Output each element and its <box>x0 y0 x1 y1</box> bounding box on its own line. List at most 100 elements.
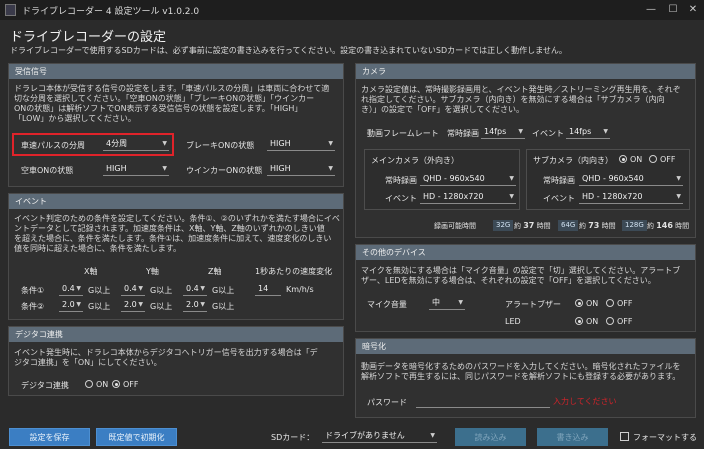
format-checkbox[interactable]: フォーマットする <box>620 432 697 443</box>
sub-camera-box: サブカメラ（内向き） ON OFF 常時録画 QHD - 960x540 ▼ イベ… <box>526 149 690 210</box>
unit-label: G以上 <box>212 302 235 311</box>
read-button[interactable]: 読み込み <box>455 428 526 446</box>
desc-line: 動画データを暗号化するためのパスワードを入力してください。暗号化されたファイルを <box>361 362 681 371</box>
pulse-value: 4分周 <box>106 139 128 148</box>
rec-hours-value: 37 <box>523 221 535 230</box>
rec-approx: 約 <box>579 222 586 230</box>
camera-panel: カメラ カメラ設定値は、常時撮影録画用と、イベント発生時／ストリーミング再生用を… <box>355 63 696 238</box>
main-event-label: イベント <box>385 194 417 203</box>
sub-camera-off-radio[interactable]: OFF <box>649 155 676 164</box>
cond2-z-select[interactable]: 2.0 ▼ <box>183 299 207 312</box>
rec-approx: 約 <box>514 222 521 230</box>
fps-always-select[interactable]: 14fps ▼ <box>481 126 525 139</box>
cond2-x-select[interactable]: 2.0 ▼ <box>59 299 83 312</box>
cond1-y-value: 0.4 <box>124 284 137 293</box>
save-button[interactable]: 設定を保存 <box>9 428 90 446</box>
sub-always-value: QHD - 960x540 <box>582 174 644 183</box>
password-label: パスワード <box>367 398 407 407</box>
empty-select[interactable]: HIGH ▼ <box>103 163 169 176</box>
radio-icon <box>606 299 614 307</box>
reset-button[interactable]: 既定値で初期化 <box>96 428 177 446</box>
main-always-label: 常時録画 <box>385 176 417 185</box>
desc-line: を超えた場合に、条件を満たします。条件①は、加速度条件に加えて、速度変化のしきい <box>14 234 332 243</box>
sub-camera-on-radio[interactable]: ON <box>619 155 642 164</box>
pulse-select[interactable]: 4分周 ▼ <box>103 138 169 151</box>
main-camera-box: メインカメラ（外向き） 常時録画 QHD - 960x540 ▼ イベント HD … <box>364 149 520 210</box>
sd-label: SDカード： <box>271 433 315 442</box>
radio-label: OFF <box>617 317 633 326</box>
empty-label: 空車ONの状態 <box>21 166 74 175</box>
radio-label: ON <box>586 317 599 326</box>
cond2-label: 条件② <box>21 302 45 311</box>
fps-always-value: 14fps <box>484 127 507 136</box>
digitacho-on-radio[interactable]: ON <box>85 380 108 389</box>
sub-event-select[interactable]: HD - 1280x720 ▼ <box>579 191 683 204</box>
radio-selected-icon <box>575 299 583 307</box>
write-button[interactable]: 書き込み <box>537 428 608 446</box>
radio-selected-icon <box>619 155 627 163</box>
buzzer-on-radio[interactable]: ON <box>575 299 598 308</box>
crypto-panel-header: 暗号化 <box>356 339 695 354</box>
radio-icon <box>649 155 657 163</box>
radio-label: ON <box>96 380 109 389</box>
cond1-x-select[interactable]: 0.4 ▼ <box>59 283 83 296</box>
sub-event-value: HD - 1280x720 <box>582 192 643 201</box>
brake-label: ブレーキONの状態 <box>186 141 255 150</box>
sd-select[interactable]: ドライブがありません ▼ <box>322 430 437 443</box>
maximize-button[interactable]: ☐ <box>664 2 682 17</box>
radio-label: OFF <box>660 155 676 164</box>
brake-select[interactable]: HIGH ▼ <box>267 138 335 151</box>
chevron-down-icon: ▼ <box>162 140 167 147</box>
sub-always-select[interactable]: QHD - 960x540 ▼ <box>579 173 683 186</box>
speed-unit: Km/h/s <box>286 285 314 294</box>
speed-input[interactable]: 14 <box>255 283 281 296</box>
main-event-select[interactable]: HD - 1280x720 ▼ <box>420 191 516 204</box>
password-error: 入力してください <box>553 397 617 406</box>
fps-event-label: イベント <box>532 129 564 138</box>
chevron-down-icon: ▼ <box>458 299 463 306</box>
minimize-button[interactable]: — <box>642 2 660 17</box>
signal-panel-header: 受信信号 <box>9 64 343 79</box>
chevron-down-icon: ▼ <box>76 285 81 292</box>
fps-always-label: 常時録画 <box>447 129 479 138</box>
unit-label: G以上 <box>88 302 111 311</box>
chevron-down-icon: ▼ <box>200 301 205 308</box>
led-off-radio[interactable]: OFF <box>606 317 633 326</box>
camera-panel-header: カメラ <box>356 64 695 79</box>
radio-icon <box>606 317 614 325</box>
format-label: フォーマットする <box>633 433 697 442</box>
digitacho-off-radio[interactable]: OFF <box>112 380 139 389</box>
desc-line: カメラ設定値は、常時撮影録画用と、イベント発生時／ストリーミング再生用を、それぞ <box>361 85 681 94</box>
rec-capacity-badge: 64G <box>558 220 579 231</box>
cond2-y-select[interactable]: 2.0 ▼ <box>121 299 145 312</box>
desc-line: き）」の設定で「OFF」を選択してください。 <box>361 105 525 114</box>
close-button[interactable]: ✕ <box>684 2 702 17</box>
desc-line: ントデータとして記録されます。加速度条件は、X軸、Y軸、Z軸のいずれかのしきい値 <box>14 224 325 233</box>
password-input[interactable] <box>416 395 550 408</box>
led-on-radio[interactable]: ON <box>575 317 598 326</box>
buzzer-off-radio[interactable]: OFF <box>606 299 633 308</box>
chevron-down-icon: ▼ <box>676 193 681 200</box>
pulse-label: 車速パルスの分周 <box>21 141 85 150</box>
rec-capacity-badge: 32G <box>493 220 514 231</box>
cond1-y-select[interactable]: 0.4 ▼ <box>121 283 145 296</box>
col-y: Y軸 <box>146 267 159 276</box>
main-always-select[interactable]: QHD - 960x540 ▼ <box>420 173 516 186</box>
mic-select[interactable]: 中 ▼ <box>429 297 465 310</box>
desc-line: 切な分周を選択してください。「空車ONの状態」「ブレーキONの状態」「ウインカー <box>14 94 315 103</box>
unit-label: G以上 <box>88 286 111 295</box>
buzzer-label: アラートブザー <box>505 300 561 309</box>
cond2-z-value: 2.0 <box>186 300 199 309</box>
chevron-down-icon: ▼ <box>676 175 681 182</box>
unit-label: G以上 <box>150 286 173 295</box>
devices-description: マイクを無効にする場合は「マイク音量」の設定で「切」選択してください。アラートブ… <box>361 266 680 286</box>
rec-hours-value: 146 <box>656 221 673 230</box>
fps-event-select[interactable]: 14fps ▼ <box>566 126 610 139</box>
unit-label: G以上 <box>212 286 235 295</box>
radio-selected-icon <box>575 317 583 325</box>
rec-unit: 時間 <box>601 222 616 230</box>
event-panel: イベント イベント判定のための条件を設定してください。条件①、②のいずれかを満た… <box>8 193 344 320</box>
winker-select[interactable]: HIGH ▼ <box>267 163 335 176</box>
chevron-down-icon: ▼ <box>200 285 205 292</box>
cond1-z-select[interactable]: 0.4 ▼ <box>183 283 207 296</box>
